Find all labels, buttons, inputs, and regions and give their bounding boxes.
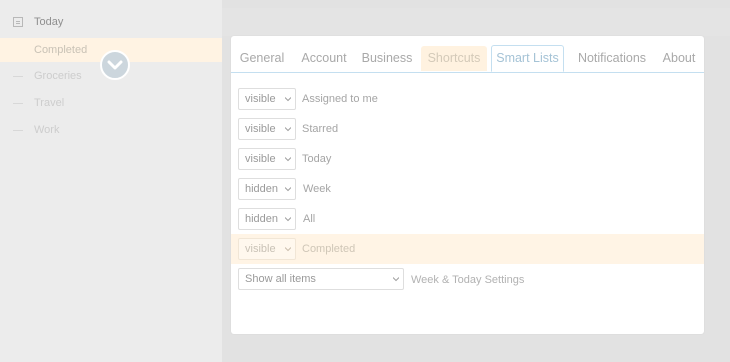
list-icon (13, 130, 23, 131)
smart-list-row: visible Starred (231, 114, 704, 144)
visibility-select[interactable]: visible (238, 118, 296, 140)
week-today-value: Show all items (245, 273, 316, 285)
chevron-down-icon (285, 97, 291, 102)
visibility-value: visible (245, 243, 276, 255)
top-bar (222, 8, 730, 36)
sidebar-item-label: Travel (34, 97, 65, 109)
list-icon (13, 76, 23, 77)
tab-notifications[interactable]: Notifications (569, 46, 655, 71)
tab-bar: General Account Business Shortcuts Smart… (231, 40, 704, 73)
sidebar-item-work[interactable]: Work (0, 118, 222, 142)
chevron-down-icon (285, 187, 291, 192)
visibility-value: hidden (245, 213, 279, 225)
smart-list-row: visible Assigned to me (231, 84, 704, 114)
sidebar: Today Completed Groceries Travel Work (0, 0, 222, 362)
visibility-select[interactable]: visible (238, 88, 296, 110)
chevron-down-icon (285, 217, 291, 222)
tab-about[interactable]: About (659, 46, 699, 71)
list-icon (13, 103, 23, 104)
visibility-value: visible (245, 153, 276, 165)
smart-list-name: Assigned to me (302, 93, 378, 105)
sidebar-item-label: Today (34, 16, 64, 28)
week-today-label: Week & Today Settings (411, 274, 525, 286)
tab-business[interactable]: Business (359, 46, 415, 71)
smart-list-name: All (303, 213, 316, 225)
sidebar-item-travel[interactable]: Travel (0, 91, 222, 115)
visibility-value: visible (245, 93, 276, 105)
visibility-value: visible (245, 123, 276, 135)
visibility-select[interactable]: visible (238, 148, 296, 170)
visibility-select[interactable]: hidden (238, 208, 296, 230)
chevron-down-icon (285, 157, 291, 162)
smart-list-row: hidden Week (231, 174, 704, 204)
visibility-select[interactable]: hidden (238, 178, 296, 200)
sidebar-item-label: Work (34, 124, 60, 136)
tab-general[interactable]: General (236, 46, 288, 71)
visibility-value: hidden (245, 183, 279, 195)
smart-list-row: hidden All (231, 204, 704, 234)
chevron-down-icon (285, 247, 291, 252)
chevron-down-icon (285, 127, 291, 132)
week-today-select[interactable]: Show all items (238, 268, 404, 290)
visibility-select[interactable]: visible (238, 238, 296, 260)
tab-smart-lists[interactable]: Smart Lists (491, 45, 564, 72)
list-icon (13, 17, 23, 27)
sidebar-item-label: Groceries (34, 70, 82, 82)
smart-list-name: Starred (302, 123, 339, 135)
tab-account[interactable]: Account (296, 46, 352, 71)
chevron-down-icon (393, 277, 399, 282)
smart-list-name: Week (303, 183, 331, 195)
smart-list-name: Completed (302, 243, 356, 255)
sidebar-item-label: Completed (34, 44, 88, 56)
smart-list-row: visible Completed (231, 234, 704, 264)
tab-shortcuts[interactable]: Shortcuts (421, 46, 487, 71)
smart-list-name: Today (302, 153, 332, 165)
check-badge-icon[interactable] (100, 50, 130, 80)
smart-list-row: visible Today (231, 144, 704, 174)
sidebar-item-today[interactable]: Today (0, 10, 222, 34)
chevron-down-icon (107, 60, 123, 70)
